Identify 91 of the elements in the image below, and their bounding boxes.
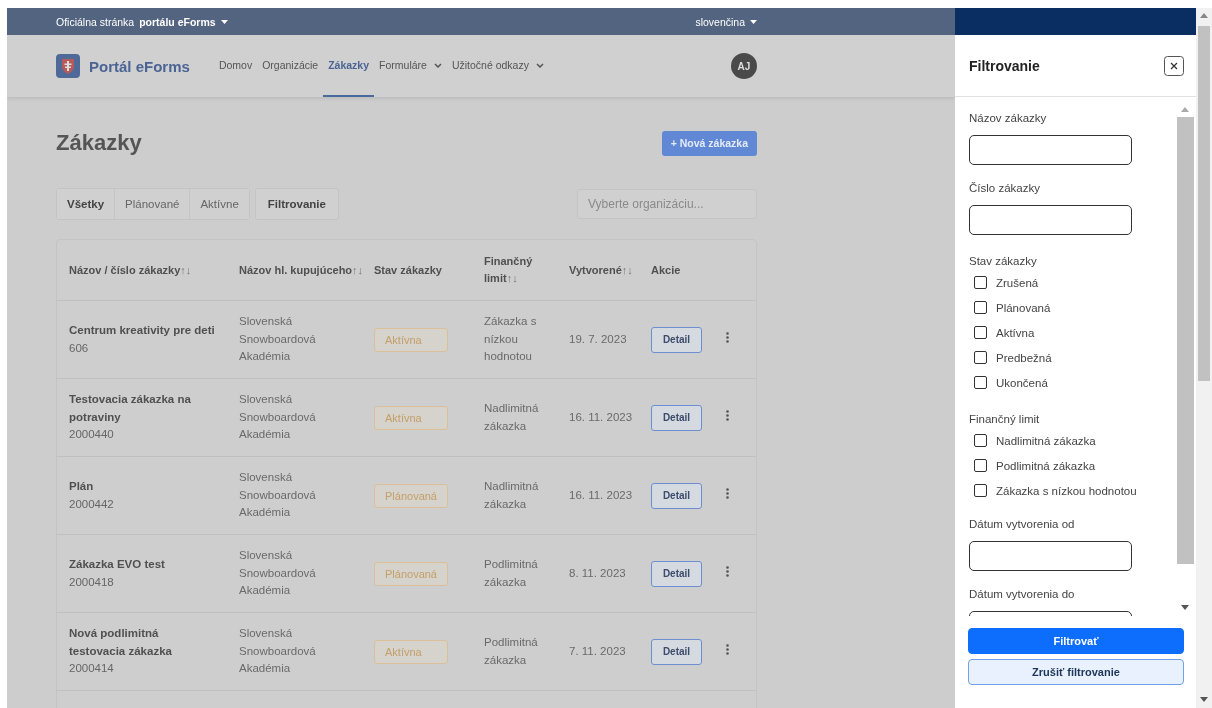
table-cell-text: Slovenská Snowboardová Akadémia (239, 314, 317, 365)
more-options-icon[interactable] (726, 409, 729, 421)
column-header[interactable]: Vytvorené↑↓ (569, 261, 651, 279)
field-label: Názov zákazky (969, 112, 1048, 124)
checkbox[interactable] (974, 484, 987, 497)
status-badge: Aktívna (374, 639, 448, 664)
checkbox[interactable] (974, 459, 987, 472)
page-title: Zákazky (56, 130, 142, 156)
field-label: Číslo zákazky (969, 182, 1041, 194)
table-cell-text: 16. 11. 2023 (569, 487, 634, 503)
field-label: Dátum vytvorenia od (969, 518, 1076, 530)
chevron-down-icon (433, 62, 442, 68)
order-name-cell-text: Zákazka EVO test 2000418 (68, 557, 166, 590)
apply-filter-button[interactable]: Filtrovať (968, 628, 1184, 654)
table-cell-text: 8. 11. 2023 (569, 565, 627, 581)
table-cell-text: Nadlimitná zákazka (484, 401, 540, 434)
more-options-icon[interactable] (726, 331, 729, 343)
caret-icon (220, 19, 228, 24)
brand-name[interactable]: Portál eForms (89, 57, 190, 75)
more-options-icon[interactable] (726, 487, 729, 499)
caret-icon (750, 19, 757, 24)
checkbox-label[interactable]: Zrušená (996, 276, 1039, 289)
table-cell-text: Podlimitná zákazka (484, 635, 539, 668)
order-name-cell-text: Plán 2000442 (68, 479, 115, 512)
status-badge: Plánovaná (374, 561, 448, 586)
nav-link[interactable]: Organizácie (257, 35, 324, 97)
filter-tab[interactable]: Aktívne (189, 189, 249, 219)
logo-icon (56, 54, 80, 78)
input-field[interactable] (969, 135, 1132, 165)
detail-button[interactable]: Detail (651, 482, 702, 509)
scroll-down-icon[interactable] (1200, 697, 1208, 702)
filter-button[interactable]: Filtrovanie (254, 188, 339, 220)
detail-button[interactable]: Detail (651, 638, 702, 665)
nav-link[interactable]: Domov (213, 35, 258, 97)
table-cell-text: Zákazka s nízkou hodnotou (484, 314, 538, 365)
status-badge: Plánovaná (374, 483, 448, 508)
order-name-cell-text: Centrum kreativity pre deti 606 (68, 323, 216, 356)
table-cell-text: Slovenská Snowboardová Akadémia (239, 626, 317, 677)
reset-filter-button[interactable]: Zrušiť filtrovanie (968, 659, 1184, 685)
table-cell-text: Slovenská Snowboardová Akadémia (239, 392, 317, 443)
checkbox-label[interactable]: Plánovaná (996, 301, 1051, 314)
detail-button[interactable]: Detail (651, 404, 702, 431)
input-field[interactable] (969, 541, 1132, 571)
group-label: Finančný limit (969, 413, 1041, 425)
scrollbar[interactable] (1196, 8, 1212, 708)
table-cell-text: Podlimitná zákazka (484, 557, 539, 590)
close-icon[interactable] (1164, 55, 1184, 76)
checkbox-label[interactable]: Ukončená (996, 376, 1048, 389)
scroll-down-icon[interactable] (1181, 605, 1189, 610)
scroll-up-icon[interactable] (1200, 13, 1208, 18)
chevron-down-icon (535, 62, 544, 68)
checkbox[interactable] (974, 276, 987, 289)
nav-link[interactable]: Formuláre (374, 35, 447, 97)
status-badge: Aktívna (374, 405, 448, 430)
checkbox-label[interactable]: Predbežná (996, 351, 1052, 364)
checkbox[interactable] (974, 326, 987, 339)
status-badge: Aktívna (374, 327, 448, 352)
table-cell-text: Slovenská Snowboardová Akadémia (239, 470, 317, 521)
checkbox[interactable] (974, 351, 987, 364)
nav-link[interactable]: Užitočné odkazy (446, 35, 549, 97)
column-header: Stav zákazky (374, 262, 443, 278)
checkbox[interactable] (974, 434, 987, 447)
checkbox-label[interactable]: Podlimitná zákazka (996, 459, 1096, 472)
checkbox-label[interactable]: Nadlimitná zákazka (996, 434, 1096, 447)
table-cell-text: Slovenská Snowboardová Akadémia (239, 548, 317, 599)
table-cell-text: Nadlimitná zákazka (484, 479, 540, 512)
checkbox-label[interactable]: Zákazka s nízkou hodnotou (996, 484, 1137, 497)
official-site-link[interactable]: Oficiálna stránka portálu eForms (56, 15, 228, 28)
more-options-icon[interactable] (726, 643, 729, 655)
column-header[interactable]: Finančný limit↑↓ (484, 253, 569, 287)
drawer-title: Filtrovanie (969, 57, 1040, 74)
detail-button[interactable]: Detail (651, 560, 702, 587)
table-cell-text: 16. 11. 2023 (569, 409, 634, 425)
table-cell-text: 19. 7. 2023 (569, 331, 628, 347)
checkbox-label[interactable]: Aktívna (996, 326, 1035, 339)
detail-button[interactable]: Detail (651, 326, 702, 353)
order-name-cell-text: Testovacia zákazka na potraviny 2000440 (68, 392, 192, 443)
checkbox[interactable] (974, 376, 987, 389)
column-header[interactable]: Názov / číslo zákazky↑↓ (57, 261, 239, 279)
nav-link[interactable]: Zákazky (323, 35, 375, 97)
group-label: Stav zákazky (969, 255, 1038, 267)
checkbox[interactable] (974, 301, 987, 314)
column-header[interactable]: Názov hl. kupujúceho↑↓ (239, 261, 374, 279)
field-label: Dátum vytvorenia do (969, 588, 1076, 600)
user-avatar[interactable]: AJ (731, 53, 757, 79)
order-name-cell-text: Nová podlimitná testovacia zákazka 2000414 (68, 626, 173, 677)
more-options-icon[interactable] (726, 565, 729, 577)
column-header: Akcie (651, 262, 682, 278)
input-field[interactable] (969, 205, 1132, 235)
language-selector[interactable]: slovenčina (695, 15, 757, 28)
table-cell-text: 7. 11. 2023 (569, 643, 627, 659)
